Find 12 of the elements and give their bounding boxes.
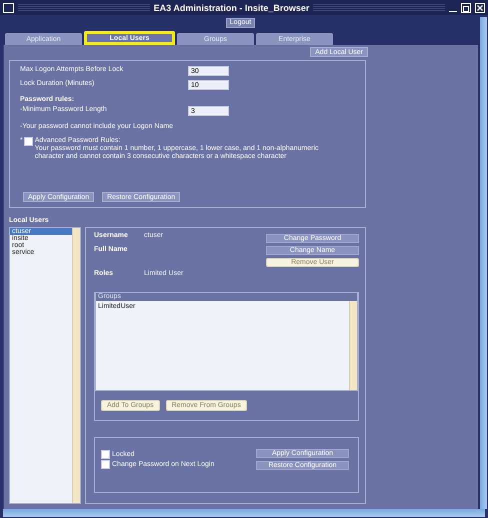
minimize-icon[interactable] [449, 11, 458, 12]
checkbox[interactable] [24, 137, 33, 146]
checkbox[interactable] [101, 450, 110, 458]
maximize-icon[interactable] [461, 2, 472, 12]
checkbox[interactable] [101, 460, 110, 468]
scrollbar[interactable] [72, 228, 80, 503]
horizontal-scrollbar[interactable] [3, 509, 485, 517]
scrollbar[interactable] [349, 301, 357, 390]
scrollbar[interactable] [480, 17, 487, 509]
window-title: EA3 Administration - Insite_Browser [154, 2, 310, 12]
close-icon[interactable] [475, 2, 486, 12]
window-icon[interactable] [3, 2, 14, 12]
